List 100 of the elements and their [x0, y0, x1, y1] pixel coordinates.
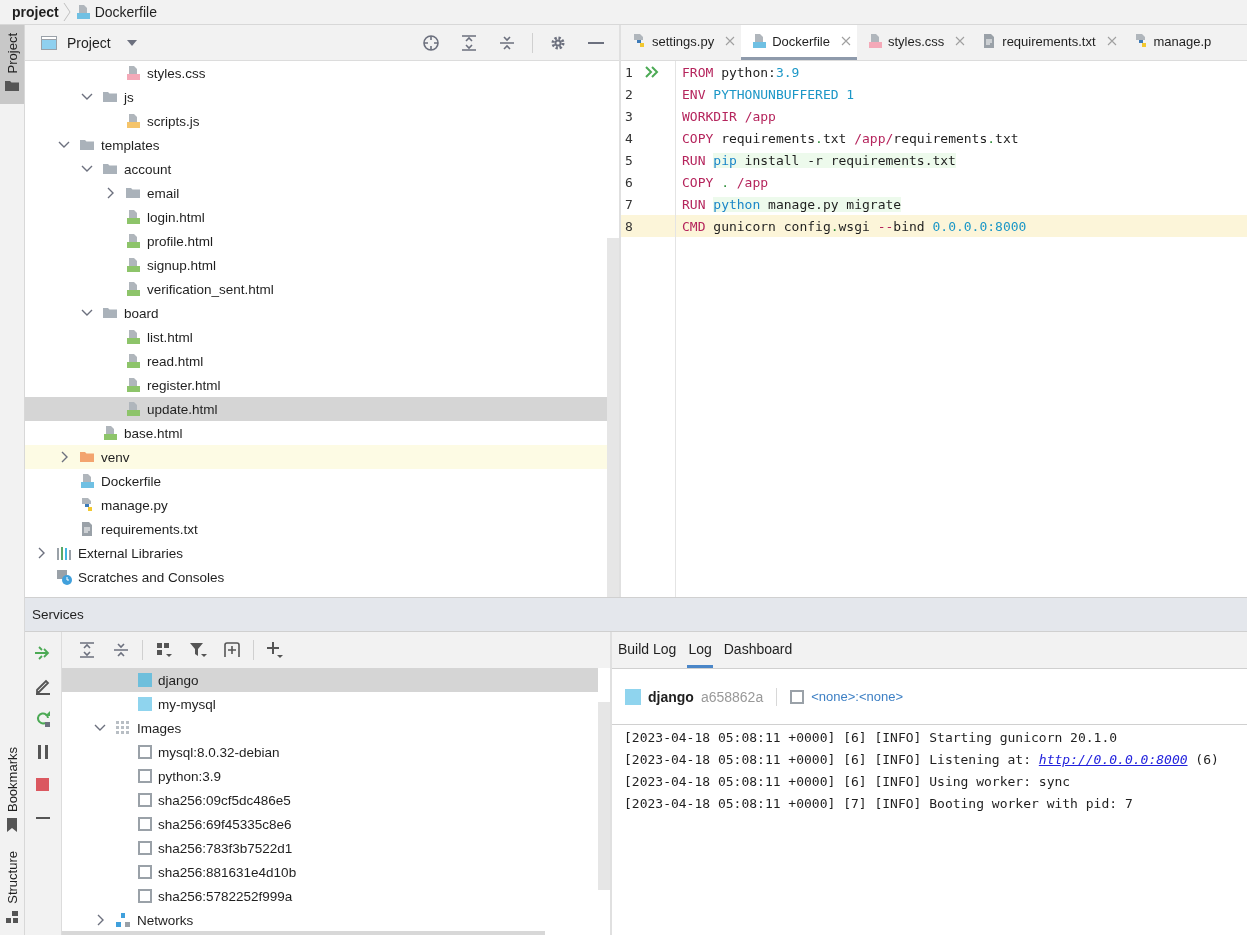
tree-item[interactable]: mysql:8.0.32-debian [62, 740, 598, 764]
tree-item[interactable]: manage.py [25, 493, 607, 517]
line-number: 6 [624, 174, 634, 190]
image-icon [138, 841, 152, 855]
tree-item[interactable]: board [25, 301, 607, 325]
tree-item[interactable]: verification_sent.html [25, 277, 607, 301]
tree-item[interactable]: sha256:69f45335c8e6 [62, 812, 598, 836]
line-number: 4 [624, 130, 634, 146]
filter-icon[interactable] [189, 641, 207, 659]
panel-title: Services [32, 607, 84, 622]
tree-item[interactable]: scripts.js [25, 109, 607, 133]
editor-tab[interactable]: styles.css [856, 25, 972, 60]
tree-item[interactable]: js [25, 85, 607, 109]
tree-item[interactable]: list.html [25, 325, 607, 349]
tree-item[interactable]: signup.html [25, 253, 607, 277]
tree-item[interactable]: styles.css [25, 61, 607, 85]
run-icon[interactable] [645, 66, 659, 78]
editor-tab[interactable]: settings.py [621, 25, 742, 60]
grid-icon [115, 720, 131, 736]
tree-item[interactable]: sha256:09cf5dc486e5 [62, 788, 598, 812]
breadcrumb-item[interactable]: project [12, 4, 59, 20]
python-file-icon [631, 33, 647, 49]
expand-all-icon[interactable] [78, 641, 96, 659]
code-line: FROM python:3.9 [682, 64, 800, 80]
scrollbar-thumb[interactable] [607, 238, 619, 597]
line-number: 5 [624, 152, 634, 168]
tree-item[interactable]: requirements.txt [25, 517, 607, 541]
tree-item[interactable]: email [25, 181, 607, 205]
file-icon [125, 65, 141, 81]
tree-item[interactable]: templates [25, 133, 607, 157]
tree-item[interactable]: Images [62, 716, 598, 740]
tool-window-tab[interactable]: Bookmarks [0, 739, 24, 844]
scratches-icon [56, 569, 72, 585]
line-number: 3 [624, 108, 634, 124]
structure-icon [4, 909, 20, 925]
dropdown-caret-icon[interactable] [126, 39, 137, 46]
tree-item[interactable]: Scratches and Consoles [25, 565, 607, 589]
folder-icon [102, 89, 118, 105]
log-tab[interactable]: Log [687, 632, 713, 668]
tree-item[interactable]: read.html [25, 349, 607, 373]
tool-window-tab[interactable]: Structure [0, 843, 24, 935]
tree-item[interactable]: Dockerfile [25, 469, 607, 493]
editor-tab[interactable]: manage.p [1122, 25, 1218, 60]
chevron-icon [62, 2, 71, 22]
panel-title[interactable]: Project [67, 34, 111, 51]
tree-item[interactable]: register.html [25, 373, 607, 397]
close-icon[interactable] [725, 36, 736, 46]
breadcrumb-item[interactable]: Dockerfile [94, 4, 157, 20]
image-link[interactable]: <none>:<none> [811, 689, 903, 704]
image-icon [138, 769, 152, 783]
tree-item[interactable]: account [25, 157, 607, 181]
close-icon[interactable] [955, 36, 966, 46]
close-icon[interactable] [840, 36, 851, 46]
line-number: 2 [624, 86, 634, 102]
tree-item[interactable]: Networks [62, 908, 598, 931]
tree-item[interactable]: sha256:5782252f999a [62, 884, 598, 908]
container-name: django [648, 688, 694, 705]
tree-item[interactable]: django [62, 668, 598, 692]
group-icon[interactable] [155, 641, 173, 659]
locate-icon[interactable] [422, 33, 440, 52]
tree-item[interactable]: python:3.9 [62, 764, 598, 788]
tree-item[interactable]: sha256:783f3b7522d1 [62, 836, 598, 860]
tree-item[interactable]: base.html [25, 421, 607, 445]
close-icon[interactable] [1106, 36, 1117, 46]
file-icon [125, 329, 141, 345]
scrollbar-thumb[interactable] [598, 702, 610, 890]
tool-window-tab[interactable]: Project [0, 25, 24, 105]
editor-tab[interactable]: requirements.txt [971, 25, 1123, 60]
tree-item[interactable]: External Libraries [25, 541, 607, 565]
expand-all-icon[interactable] [460, 33, 478, 52]
log-tab[interactable]: Dashboard [722, 632, 794, 668]
file-icon [751, 33, 768, 49]
tree-item[interactable]: update.html [25, 397, 607, 421]
tree-item[interactable]: profile.html [25, 229, 607, 253]
file-icon [125, 353, 141, 369]
tree-item[interactable]: my-mysql [62, 692, 598, 716]
image-icon [138, 817, 152, 831]
collapse-all-icon[interactable] [112, 641, 130, 659]
code-line: WORKDIR /app [682, 108, 776, 124]
collapse-all-icon[interactable] [498, 33, 516, 52]
log-tab[interactable]: Build Log [617, 632, 678, 668]
new-tab-icon[interactable] [223, 641, 241, 659]
file-icon [125, 113, 141, 129]
folder-icon [125, 185, 141, 201]
container-icon [625, 688, 641, 705]
attach-arrow-icon[interactable] [34, 644, 52, 662]
tree-item[interactable]: sha256:881631e4d10b [62, 860, 598, 884]
editor-tab[interactable]: Dockerfile [741, 25, 857, 60]
stop-icon[interactable] [34, 776, 52, 794]
tree-item[interactable]: venv [25, 445, 607, 469]
file-icon [125, 233, 141, 249]
scrollbar-thumb[interactable] [62, 931, 545, 935]
folder-icon [102, 161, 118, 177]
file-icon [125, 401, 141, 417]
add-icon[interactable] [266, 641, 284, 659]
pencil-icon[interactable] [34, 677, 52, 695]
restart-icon[interactable] [34, 710, 52, 728]
tree-item[interactable]: login.html [25, 205, 607, 229]
log-line: [2023-04-18 05:08:11 +0000] [6] [INFO] Listening at: http://0.0.0.0:8000 (6) [624, 751, 1220, 769]
log-link[interactable]: http://0.0.0.0:8000 [1038, 752, 1188, 767]
